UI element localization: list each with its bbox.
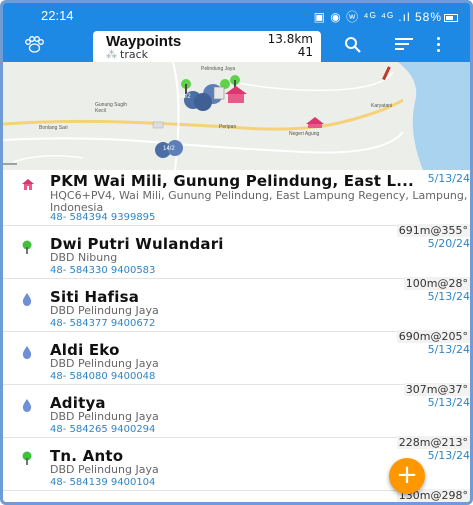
- waypoint-date: 5/13/24: [427, 172, 470, 185]
- tab-subtitle-text: track: [120, 48, 148, 61]
- app-bar: Waypoints ⁂ track 13.8km 41: [3, 29, 470, 62]
- list-item[interactable]: 5/13/24 Siti Hafisa DBD Pelindung Jaya 4…: [3, 279, 470, 332]
- waypoint-address: HQC6+PV4, Wai Mili, Gunung Pelindung, Ea…: [50, 189, 468, 214]
- sort-icon[interactable]: [395, 38, 413, 52]
- status-bar: 22:14 ▣ ◉ ⓦ ⁴ᴳ ⁴ᴳ .ıl 58%: [3, 3, 470, 29]
- tree-icon: [21, 239, 33, 254]
- waypoint-address: DBD Pelindung Jaya: [50, 463, 159, 476]
- add-waypoint-button[interactable]: +: [389, 458, 425, 494]
- home-icon: [21, 175, 34, 190]
- tab-stats: 13.8km 41: [268, 33, 313, 59]
- app-window: 22:14 ▣ ◉ ⓦ ⁴ᴳ ⁴ᴳ .ıl 58% Waypoints ⁂ tra…: [0, 0, 473, 505]
- waypoint-code: 48- 584265 9400294: [50, 424, 156, 435]
- waypoint-date: 5/20/24: [427, 237, 470, 250]
- track-icon: ⁂: [106, 48, 117, 61]
- waypoints-tab[interactable]: Waypoints ⁂ track 13.8km 41: [93, 31, 321, 62]
- map-label-3: Bonlang Sari: [39, 125, 68, 131]
- paw-menu-icon[interactable]: [21, 36, 47, 56]
- waypoint-date: 5/13/24: [427, 290, 470, 303]
- drop-icon: [21, 397, 33, 412]
- map-label-4: Peripan: [219, 124, 237, 130]
- search-icon[interactable]: [343, 35, 363, 55]
- waypoint-address: DBD Pelindung Jaya: [50, 304, 159, 317]
- map-label-5: Negeri Agung: [289, 131, 320, 137]
- list-item[interactable]: 5/20/24 Dwi Putri Wulandari DBD Nibung 4…: [3, 226, 470, 279]
- status-icons-text: ▣ ◉ ⓦ ⁴ᴳ ⁴ᴳ .ıl 58%: [313, 10, 442, 24]
- more-vert-icon[interactable]: [435, 37, 441, 55]
- waypoint-date: 5/13/24: [427, 449, 470, 462]
- waypoint-name: PKM Wai Mili, Gunung Pelindung, East L..…: [50, 172, 414, 190]
- tree-icon: [21, 450, 33, 465]
- cluster-label-1: 14/2: [179, 94, 191, 100]
- tab-subtitle: ⁂ track: [106, 48, 148, 61]
- waypoint-code: 48- 584394 9399895: [50, 212, 156, 223]
- drop-icon: [21, 291, 33, 306]
- waypoint-address: DBD Pelindung Jaya: [50, 410, 159, 423]
- waypoint-address: DBD Nibung: [50, 251, 118, 264]
- waypoint-code: 48- 584377 9400672: [50, 318, 156, 329]
- list-item[interactable]: 5/13/24 Aldi Eko DBD Pelindung Jaya 48- …: [3, 332, 470, 385]
- waypoint-code: 48- 584330 9400583: [50, 265, 156, 276]
- map-view[interactable]: Pelindung Jaya Gunung Sugih Kecil Bonlan…: [3, 62, 470, 170]
- waypoint-code: 48- 584080 9400048: [50, 371, 156, 382]
- status-icons: ▣ ◉ ⓦ ⁴ᴳ ⁴ᴳ .ıl 58%: [314, 8, 458, 25]
- waypoint-count: 41: [297, 45, 313, 59]
- drop-icon: [21, 344, 33, 359]
- waypoint-address: DBD Pelindung Jaya: [50, 357, 159, 370]
- map-label-6: Karyatani: [371, 103, 393, 109]
- map-label-2: Gunung Sugih Kecil: [95, 102, 127, 114]
- cluster-label-2: 14/2: [163, 146, 175, 152]
- battery-icon: [444, 13, 458, 22]
- status-time: 22:14: [41, 8, 74, 23]
- waypoint-date: 5/13/24: [427, 343, 470, 356]
- waypoint-code: 48- 584139 9400104: [50, 477, 156, 488]
- list-item[interactable]: 5/13/24 Aditya DBD Pelindung Jaya 48- 58…: [3, 385, 470, 438]
- list-item[interactable]: 5/13/24 PKM Wai Mili, Gunung Pelindung, …: [3, 170, 470, 226]
- map-label-1: Pelindung Jaya: [201, 66, 236, 72]
- waypoint-list: 5/13/24 PKM Wai Mili, Gunung Pelindung, …: [3, 170, 470, 502]
- waypoint-date: 5/13/24: [427, 396, 470, 409]
